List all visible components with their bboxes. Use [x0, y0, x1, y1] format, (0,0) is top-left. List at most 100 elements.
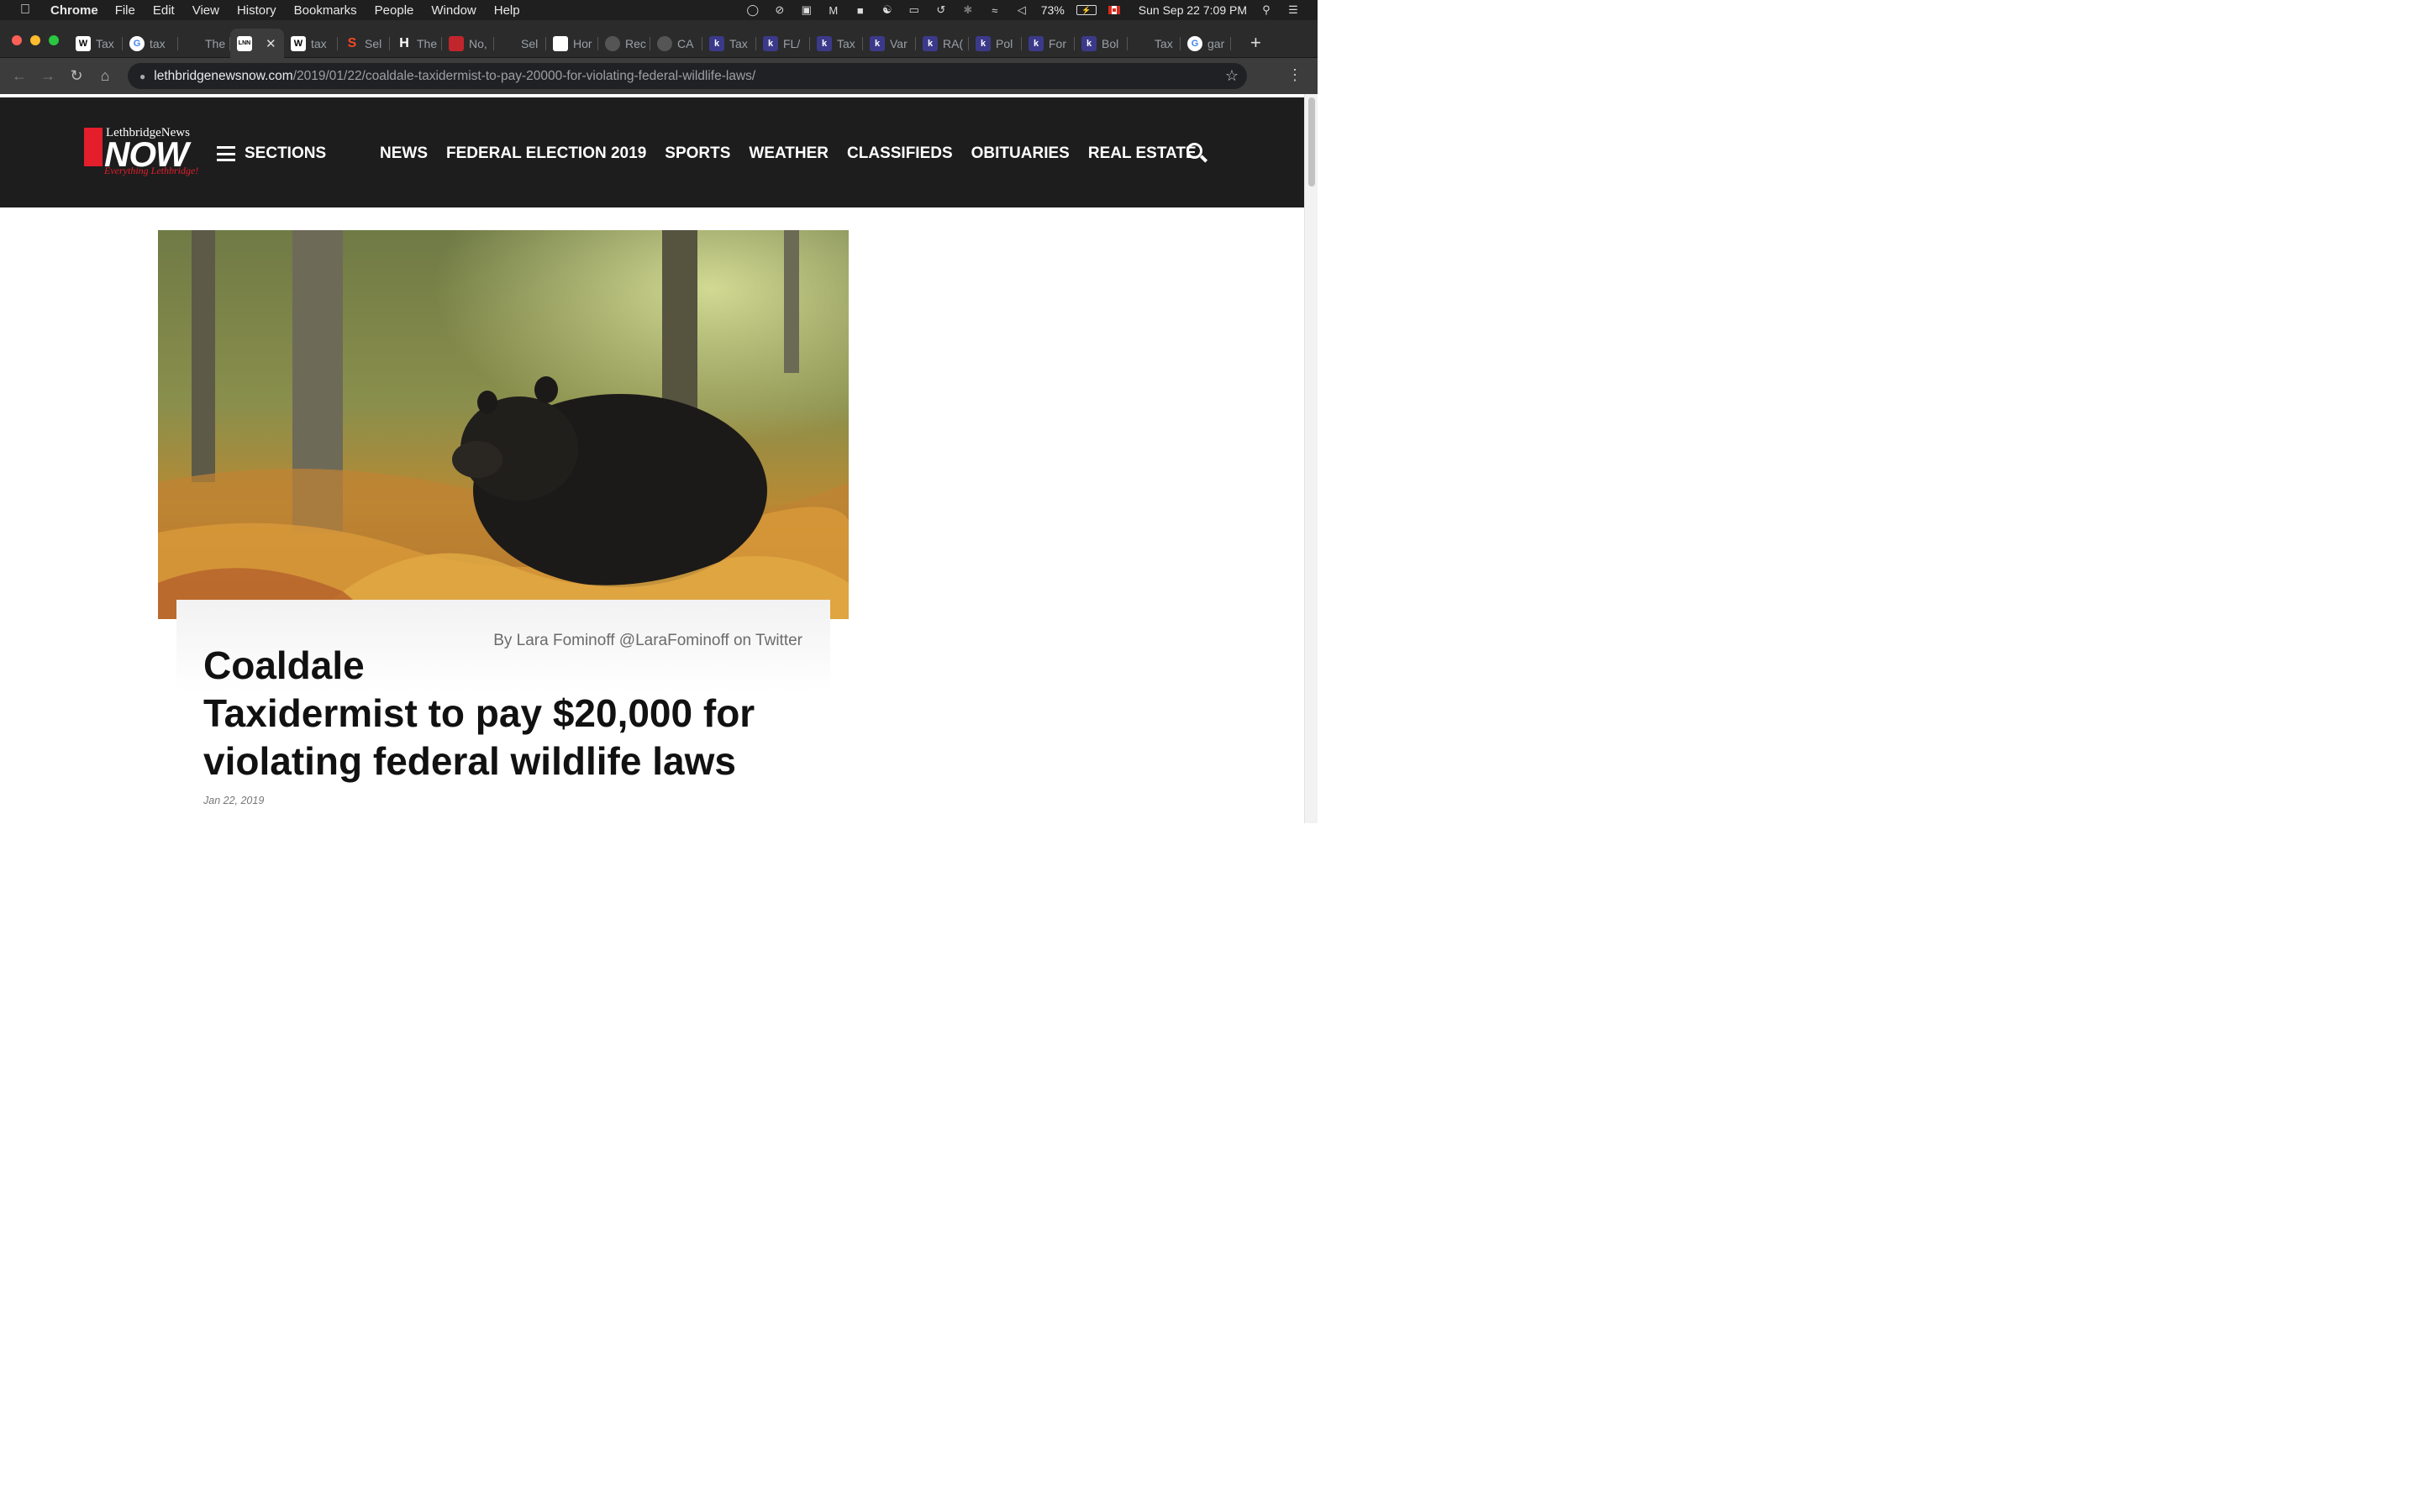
- notification-center-icon[interactable]: ☰: [1286, 3, 1301, 16]
- search-icon[interactable]: [1185, 141, 1208, 165]
- tab[interactable]: k Bol: [1075, 29, 1128, 58]
- volume-icon[interactable]: ◁: [1014, 3, 1029, 16]
- apple-icon[interactable]: : [0, 3, 50, 18]
- tab[interactable]: Sel: [494, 29, 546, 58]
- menu-app-name[interactable]: Chrome: [50, 3, 98, 18]
- menu-help[interactable]: Help: [494, 3, 520, 18]
- browser-tabstrip: W Tax Gtax The LNN ✕ Wtax S Sel H The No, Se…: [0, 20, 1318, 58]
- k-favicon-icon: k: [763, 35, 778, 51]
- tab-title: Rec: [625, 36, 646, 50]
- nav-federal-election[interactable]: FEDERAL ELECTION 2019: [446, 144, 646, 163]
- malwarebytes-icon[interactable]: M: [826, 4, 841, 17]
- nav-real-estate[interactable]: REAL ESTATE: [1088, 144, 1197, 163]
- tab-active[interactable]: LNN ✕: [230, 29, 284, 58]
- menu-people[interactable]: People: [375, 3, 414, 18]
- bookmark-star-icon[interactable]: ☆: [1225, 67, 1239, 85]
- tab[interactable]: Tax: [1128, 29, 1181, 58]
- page-viewport: LethbridgeNews NOW Everything Lethbridge…: [0, 94, 1304, 823]
- tab[interactable]: The: [178, 29, 230, 58]
- tab-list: W Tax Gtax The LNN ✕ Wtax S Sel H The No, Se…: [69, 29, 1231, 58]
- maximize-window-button[interactable]: [49, 35, 59, 45]
- tab-title: RA(: [943, 36, 964, 50]
- battery-icon[interactable]: ⚡: [1076, 5, 1097, 15]
- tab-title: tax: [311, 36, 327, 50]
- blank-favicon-icon: [185, 36, 200, 51]
- close-window-button[interactable]: [12, 35, 22, 45]
- accessibility-icon[interactable]: ☯: [880, 3, 895, 16]
- menu-edit[interactable]: Edit: [153, 3, 175, 18]
- lock-icon[interactable]: ●: [139, 71, 145, 82]
- bluetooth-icon[interactable]: ✱: [960, 3, 976, 16]
- k-favicon-icon: k: [870, 35, 885, 51]
- logo-tagline: Everything Lethbridge!: [104, 165, 199, 176]
- tab[interactable]: k For: [1022, 29, 1075, 58]
- s-favicon-icon: S: [347, 35, 357, 50]
- menu-window[interactable]: Window: [431, 3, 476, 18]
- forward-button[interactable]: →: [34, 67, 62, 85]
- canada-flag-icon[interactable]: [1107, 6, 1120, 14]
- back-button[interactable]: ←: [5, 67, 34, 85]
- tab-title: CA: [677, 36, 694, 50]
- sections-label: SECTIONS: [245, 144, 327, 162]
- wifi-icon[interactable]: ≈: [987, 4, 1002, 17]
- headline-line-1: Coaldale: [203, 643, 365, 687]
- nav-weather[interactable]: WEATHER: [749, 144, 829, 163]
- home-button[interactable]: ⌂: [91, 67, 119, 85]
- time-machine-icon[interactable]: ↺: [934, 3, 949, 16]
- article-date: Jan 22, 2019: [203, 795, 265, 806]
- tab-title: For: [1049, 36, 1066, 50]
- menu-bookmarks[interactable]: Bookmarks: [294, 3, 357, 18]
- tab[interactable]: Ggar: [1181, 29, 1231, 58]
- sections-menu-button[interactable]: SECTIONS: [217, 144, 326, 163]
- app-icon[interactable]: ■: [853, 4, 868, 17]
- nav-news[interactable]: NEWS: [380, 144, 428, 163]
- tab-title: The: [417, 36, 438, 50]
- menu-view[interactable]: View: [192, 3, 219, 18]
- tab[interactable]: W Tax: [69, 29, 123, 58]
- creative-cloud-icon[interactable]: ◯: [745, 3, 760, 16]
- airplay-icon[interactable]: ▭: [907, 3, 922, 16]
- tab[interactable]: S Sel: [338, 29, 390, 58]
- tab-title: The: [205, 36, 226, 50]
- tab-title: Var: [890, 36, 908, 50]
- tab[interactable]: Hor: [546, 29, 598, 58]
- tab[interactable]: Rec: [598, 29, 650, 58]
- lnn-favicon-icon: LNN: [237, 35, 252, 51]
- k-favicon-icon: k: [817, 35, 832, 51]
- tab-title: Hor: [573, 36, 592, 50]
- tab[interactable]: k RA(: [916, 29, 969, 58]
- nav-sports[interactable]: SPORTS: [665, 144, 730, 163]
- close-tab-icon[interactable]: ✕: [266, 36, 276, 51]
- page-scrollbar[interactable]: [1304, 94, 1318, 823]
- tab[interactable]: CA: [650, 29, 702, 58]
- tab-title: No,: [469, 36, 487, 50]
- tab[interactable]: Gtax: [123, 29, 178, 58]
- display-icon[interactable]: ▣: [799, 3, 814, 16]
- tab-title: Bol: [1102, 36, 1119, 50]
- google-favicon-icon: G: [1187, 35, 1202, 51]
- tab[interactable]: No,: [442, 29, 494, 58]
- tab[interactable]: k Tax: [702, 29, 756, 58]
- menubar-clock[interactable]: Sun Sep 22 7:09 PM: [1139, 3, 1247, 17]
- nav-obituaries[interactable]: OBITUARIES: [971, 144, 1070, 163]
- hero-image: [158, 230, 849, 619]
- macos-menubar:  Chrome File Edit View History Bookmark…: [0, 0, 1318, 20]
- tab[interactable]: k Pol: [969, 29, 1022, 58]
- spotlight-search-icon[interactable]: ⚲: [1259, 3, 1274, 16]
- tab[interactable]: k Tax: [810, 29, 863, 58]
- tab[interactable]: H The: [390, 29, 442, 58]
- reload-button[interactable]: ↻: [62, 67, 91, 85]
- menu-history[interactable]: History: [237, 3, 276, 18]
- tab[interactable]: k Var: [863, 29, 916, 58]
- minimize-window-button[interactable]: [30, 35, 40, 45]
- nav-classifieds[interactable]: CLASSIFIEDS: [847, 144, 953, 163]
- scrollbar-thumb[interactable]: [1308, 97, 1315, 186]
- new-tab-button[interactable]: +: [1250, 34, 1261, 52]
- tab[interactable]: k FL/: [756, 29, 810, 58]
- menu-file[interactable]: File: [115, 3, 135, 18]
- tab[interactable]: Wtax: [284, 29, 338, 58]
- site-logo[interactable]: LethbridgeNews NOW Everything Lethbridge…: [84, 124, 202, 180]
- address-bar[interactable]: ● lethbridgenewsnow.com /2019/01/22/coal…: [128, 63, 1247, 89]
- chrome-menu-icon[interactable]: ⋮: [1287, 66, 1302, 84]
- sync-icon[interactable]: ⊘: [772, 3, 787, 16]
